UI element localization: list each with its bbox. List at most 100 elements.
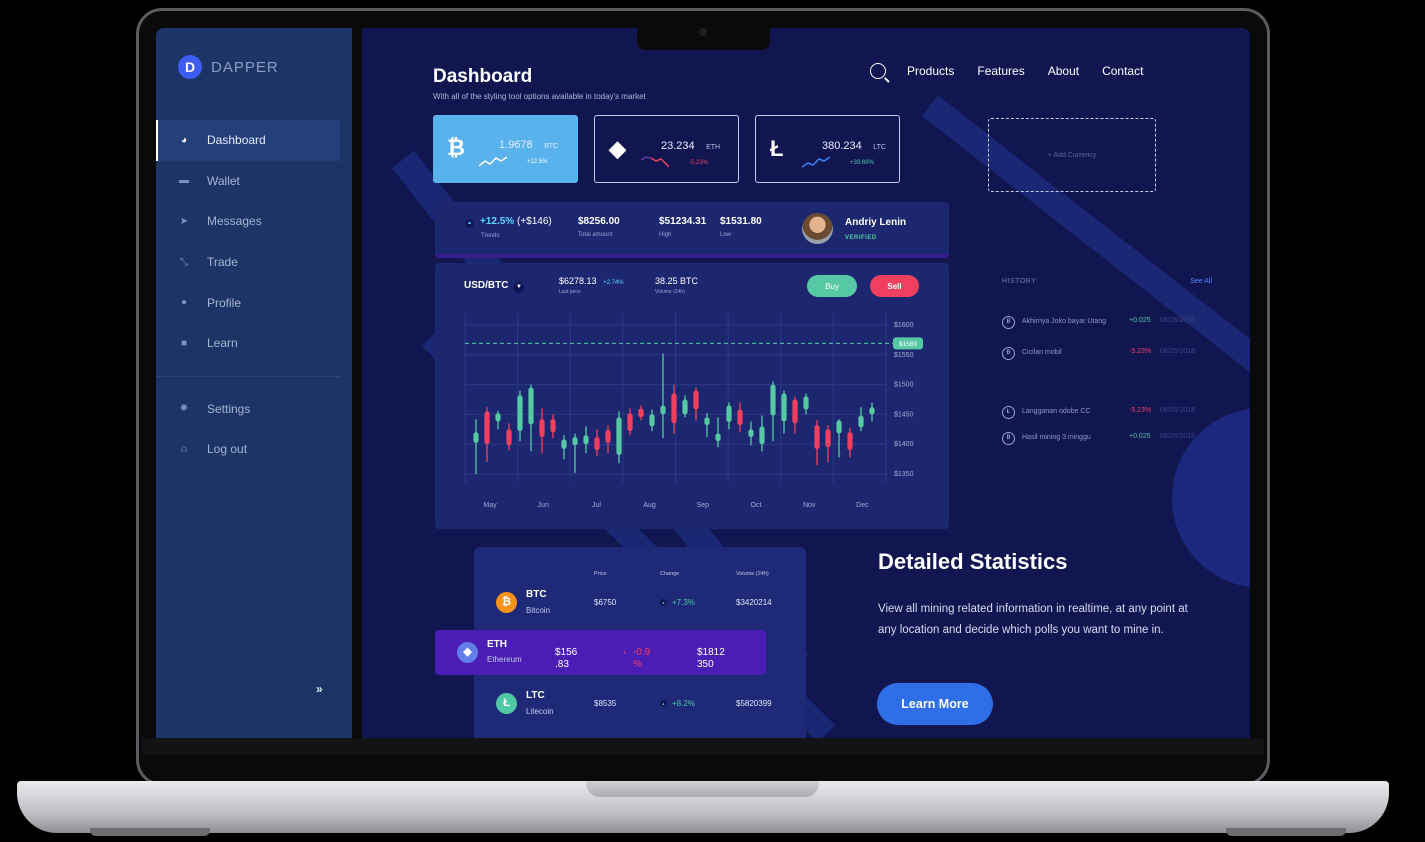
history-item-name: Hasil mining 3 minggu <box>1022 434 1091 441</box>
candle-body <box>539 419 545 438</box>
nav-link-features[interactable]: Features <box>977 64 1024 78</box>
history-panel: HISTORY See All B Akhirnya Joko bayar Ut… <box>1002 278 1212 445</box>
currency-change: -5.23% <box>689 160 709 166</box>
coin-price: $156.83 <box>555 647 577 671</box>
coin-price: $8535 <box>594 699 617 708</box>
currency-ticker: BTC <box>544 143 559 150</box>
x-tick-label: Sep <box>697 502 710 509</box>
total-value: $8256.00 <box>578 216 620 227</box>
sidebar-item-profile[interactable]: ● Profile <box>156 282 340 323</box>
trade-icon: ⤡ <box>180 256 188 268</box>
y-tick-label: $1400 <box>894 441 914 448</box>
nav-link-contact[interactable]: Contact <box>1102 64 1143 78</box>
laptop-base-notch <box>586 781 819 797</box>
wallet-icon: ▬ <box>179 175 189 187</box>
sidebar-item-messages[interactable]: ➤ Messages <box>156 201 340 242</box>
y-tick-label: $1550 <box>894 352 914 359</box>
see-all-link[interactable]: See All <box>1190 278 1212 285</box>
top-nav: Products Features About Contact <box>870 63 1143 79</box>
coin-change-value: % <box>633 659 642 670</box>
current-price-label: $1569 <box>899 341 917 348</box>
column-header-volume: Volume (24h) <box>736 571 769 577</box>
sidebar-item-label: Trade <box>207 255 238 270</box>
candle-body <box>869 407 875 415</box>
coin-volume: $1812 350 <box>697 647 725 671</box>
sidebar-item-label: Settings <box>207 401 251 416</box>
table-row[interactable]: Ł LTC Litecoin $8535 ▲ +8.2% $5820399 <box>474 681 806 726</box>
coin-price: $6750 <box>594 598 617 607</box>
candle-body <box>781 393 787 422</box>
promo-title: Detailed Statistics <box>878 549 1068 574</box>
sidebar-item-trade[interactable]: ⤡ Trade <box>156 242 340 283</box>
add-currency-button[interactable]: + Add Currency <box>988 118 1156 192</box>
candle-body <box>495 413 501 422</box>
candle-body <box>649 414 655 427</box>
sidebar-nav: ◕ Dashboard ▬ Wallet ➤ Messages ⤡ Trade … <box>156 120 340 470</box>
sidebar-item-label: Log out <box>207 442 248 457</box>
currency-card-btc[interactable]: ₿ 1.9678 BTC +12.5% <box>433 115 578 183</box>
low-value: $1531.80 <box>720 216 762 227</box>
candle-body <box>682 399 688 415</box>
nav-link-about[interactable]: About <box>1048 64 1079 78</box>
coin-volume-line: 350 <box>697 659 714 670</box>
currency-card-eth[interactable]: ◆ 23.234 ETH -5.23% <box>594 115 739 183</box>
candle-body <box>550 419 556 433</box>
search-icon[interactable] <box>870 63 886 79</box>
arrow-down-icon: ▼ <box>621 649 628 656</box>
candle-body <box>572 437 578 446</box>
laptop-foot-left <box>90 828 210 836</box>
coin-price-line: $156 <box>555 647 578 658</box>
litecoin-icon: Ł <box>770 136 784 161</box>
coin-name: Bitcoin <box>526 606 551 615</box>
x-tick-label: Oct <box>751 502 762 509</box>
column-header-change: Change <box>660 571 680 577</box>
currency-value: 380.234 <box>822 140 862 152</box>
avatar[interactable] <box>802 213 833 244</box>
pie-chart-icon: ◕ <box>180 134 188 146</box>
brand-name: DAPPER <box>211 58 279 76</box>
column-header-price: Price <box>594 571 607 577</box>
candle-body <box>836 420 842 434</box>
history-title: HISTORY <box>1002 278 1037 285</box>
currency-card-ltc[interactable]: Ł 380.234 LTC +39.69% <box>755 115 900 183</box>
history-item-name: Akhirnya Joko bayar Utang <box>1022 318 1107 325</box>
logout-icon: ⍝ <box>181 443 187 455</box>
coin-volume: $5820399 <box>736 699 772 708</box>
sidebar-item-logout[interactable]: ⍝ Log out <box>156 429 340 470</box>
nav-link-products[interactable]: Products <box>907 64 954 78</box>
sidebar-item-dashboard[interactable]: ◕ Dashboard <box>156 120 340 161</box>
page-subtitle: With all of the styling tool options ava… <box>433 92 646 101</box>
sidebar-item-settings[interactable]: ✹ Settings <box>156 389 340 430</box>
bitcoin-icon: ₿ <box>447 135 465 160</box>
laptop-foot-right <box>1226 828 1346 836</box>
trading-chart-panel: USD/BTC ▼ $6278.13 +2.74% Last price 38.2… <box>435 263 949 529</box>
sidebar-item-wallet[interactable]: ▬ Wallet <box>156 161 340 202</box>
sidebar-item-label: Wallet <box>207 173 240 188</box>
arrow-up-icon: ▲ <box>660 700 667 707</box>
coin-name: Ethereum <box>487 655 522 664</box>
table-row[interactable]: ₿ BTC Bitcoin $6750 ▲ +7.3% $3420214 <box>474 580 806 625</box>
candlestick-chart[interactable]: $1600 $1550 $1500 $1450 $1400 $1350 May Jun Jul A… <box>435 263 949 529</box>
brand-logo-icon: D <box>178 55 202 79</box>
ethereum-icon: ◆ <box>457 642 478 663</box>
candle-body <box>759 426 765 445</box>
sidebar-item-label: Learn <box>207 336 238 351</box>
candle-body <box>847 432 853 451</box>
brand-logo[interactable]: D DAPPER <box>178 55 279 79</box>
coin-change-value: +8.2% <box>672 699 695 708</box>
currency-value: 1.9678 <box>499 139 533 151</box>
candle-body <box>715 433 721 442</box>
total-label: Total amount <box>578 232 613 238</box>
y-tick-label: $1600 <box>894 322 914 329</box>
bitcoin-icon: ₿ <box>496 592 517 613</box>
candle-body <box>605 429 611 444</box>
collapse-sidebar-button[interactable]: » <box>316 682 323 696</box>
table-row-highlighted[interactable]: ◆ ETH Ethereum $156.83 ▼ -0.9% $1812 350 <box>435 630 766 675</box>
candle-body <box>517 395 523 432</box>
candle-body <box>583 435 589 445</box>
history-item-name: Cicilan mobil <box>1022 349 1062 356</box>
learn-more-button[interactable]: Learn More <box>877 683 993 725</box>
promo-text: View all mining related information in r… <box>878 603 1188 636</box>
candle-body <box>814 425 820 449</box>
sidebar-item-learn[interactable]: ■ Learn <box>156 323 340 364</box>
